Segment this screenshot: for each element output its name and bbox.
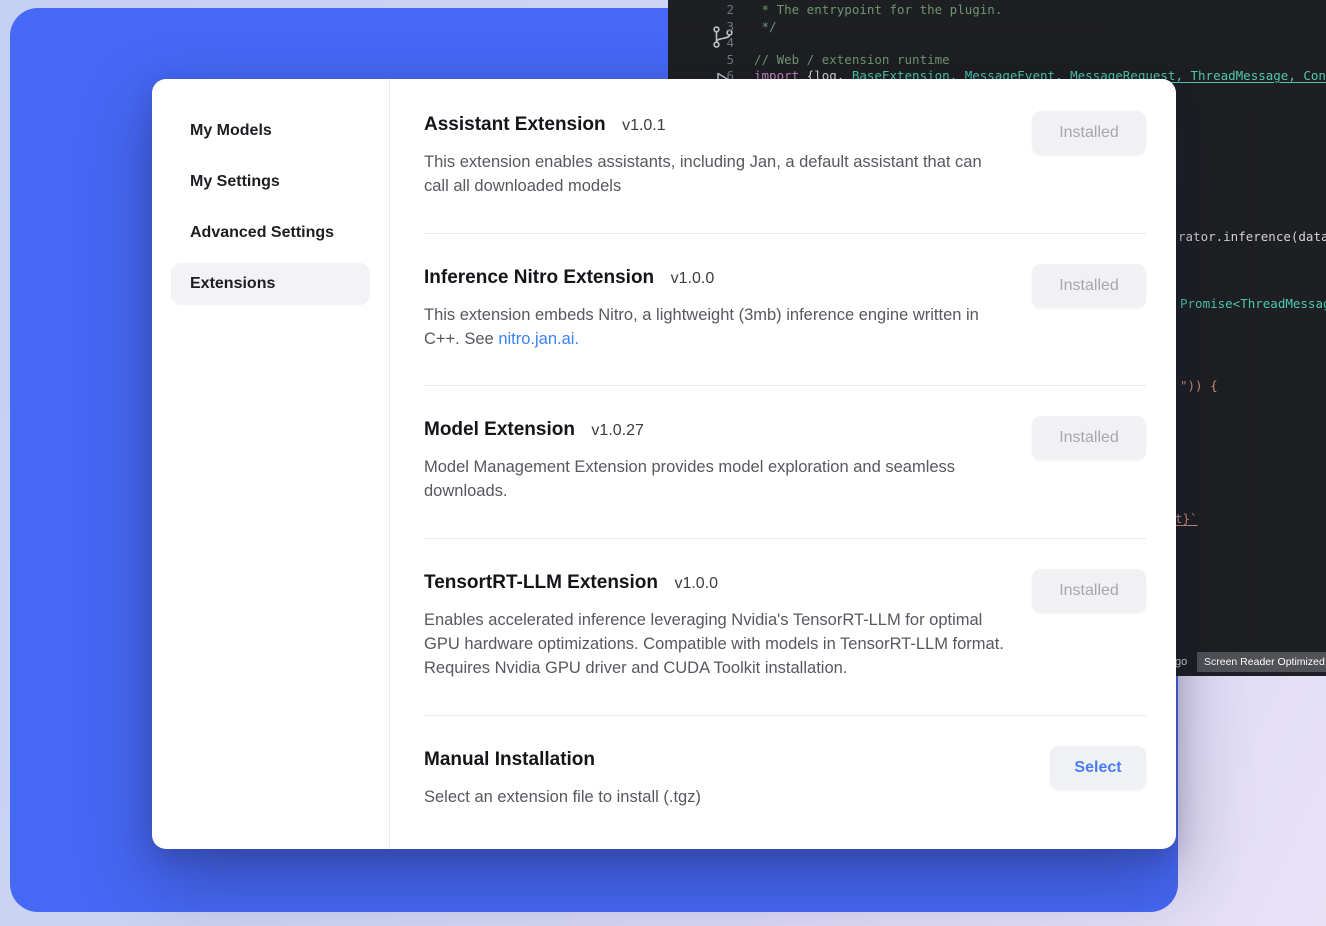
- code-line: 4: [668, 35, 1326, 51]
- nitro-jan-ai-link[interactable]: nitro.jan.ai.: [498, 330, 579, 348]
- extension-name: Inference Nitro Extension: [424, 267, 654, 288]
- extension-name: Manual Installation: [424, 749, 595, 770]
- installed-button[interactable]: Installed: [1032, 111, 1146, 155]
- code-fragment: Promise<ThreadMessage>: [1180, 296, 1326, 312]
- sidebar-item-advanced-settings[interactable]: Advanced Settings: [171, 212, 370, 254]
- extension-description: Model Management Extension provides mode…: [424, 455, 1009, 504]
- extension-name: Model Extension: [424, 419, 575, 440]
- extension-name: TensortRT-LLM Extension: [424, 572, 658, 593]
- code-line: 5// Web / extension runtime: [668, 52, 1326, 68]
- extension-version: v1.0.0: [674, 575, 718, 592]
- installed-button[interactable]: Installed: [1032, 416, 1146, 460]
- statusbar-text: go: [1175, 654, 1187, 670]
- extension-description: Enables accelerated inference leveraging…: [424, 608, 1009, 681]
- extension-description: Select an extension file to install (.tg…: [424, 785, 701, 809]
- extension-description: This extension embeds Nitro, a lightweig…: [424, 303, 1009, 352]
- code-fragment: rator.inference(data));: [1178, 229, 1326, 245]
- screen-reader-optimized-badge[interactable]: Screen Reader Optimized: [1197, 652, 1326, 672]
- sidebar-item-my-models[interactable]: My Models: [171, 110, 370, 152]
- extension-version: v1.0.1: [622, 117, 666, 134]
- extension-name: Assistant Extension: [424, 114, 606, 135]
- select-file-button[interactable]: Select: [1050, 746, 1146, 790]
- extension-row-model: Model Extension v1.0.27 Model Management…: [424, 386, 1146, 539]
- code-line: 3 */: [668, 19, 1326, 35]
- extension-description: This extension enables assistants, inclu…: [424, 150, 1009, 199]
- extension-version: v1.0.27: [591, 422, 643, 439]
- code-fragment: ")) {: [1180, 378, 1218, 394]
- sidebar-item-my-settings[interactable]: My Settings: [171, 161, 370, 203]
- extension-row-manual-installation: Manual Installation Select an extension …: [424, 716, 1146, 843]
- installed-button[interactable]: Installed: [1032, 569, 1146, 613]
- extension-row-assistant: Assistant Extension v1.0.1 This extensio…: [424, 81, 1146, 234]
- code-line: 2 * The entrypoint for the plugin.: [668, 2, 1326, 18]
- settings-modal: My Models My Settings Advanced Settings …: [152, 79, 1176, 849]
- extension-version: v1.0.0: [671, 270, 715, 287]
- extension-row-tensorrt: TensortRT-LLM Extension v1.0.0 Enables a…: [424, 539, 1146, 716]
- code-fragment: t}`: [1175, 511, 1198, 527]
- sidebar-item-extensions[interactable]: Extensions: [171, 263, 370, 305]
- settings-sidebar: My Models My Settings Advanced Settings …: [152, 79, 390, 849]
- installed-button[interactable]: Installed: [1032, 264, 1146, 308]
- extensions-list: Assistant Extension v1.0.1 This extensio…: [424, 79, 1146, 849]
- extension-row-nitro: Inference Nitro Extension v1.0.0 This ex…: [424, 234, 1146, 387]
